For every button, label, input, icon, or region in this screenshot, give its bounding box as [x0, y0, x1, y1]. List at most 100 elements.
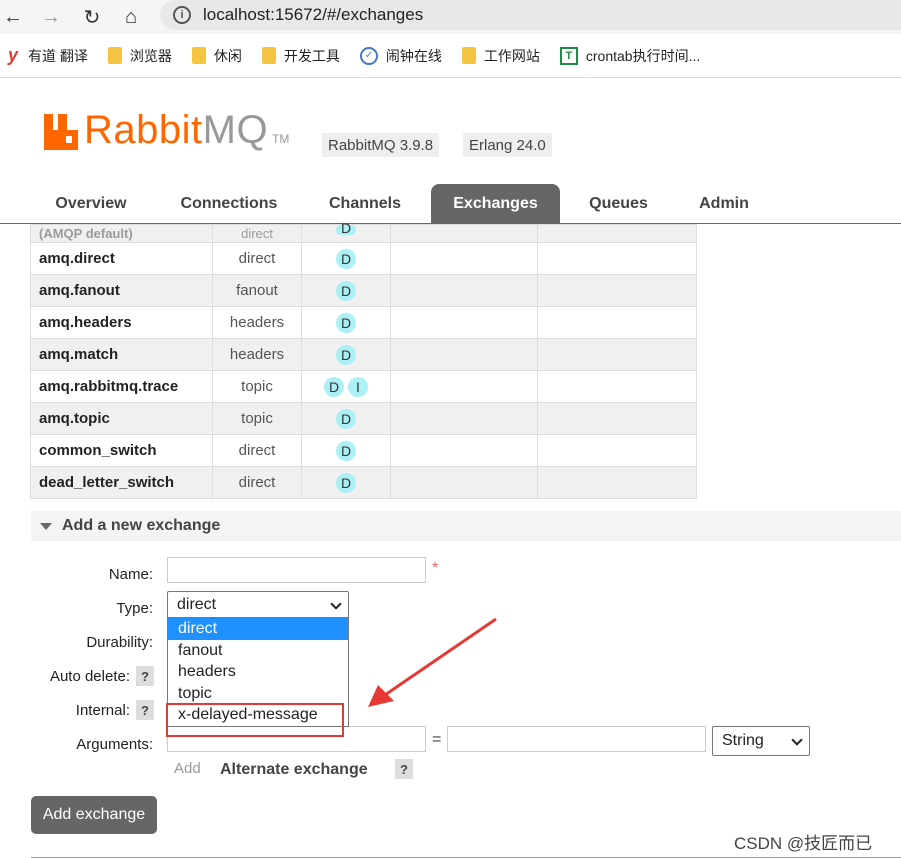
- equals-sign: =: [432, 731, 442, 748]
- exchange-type: topic: [212, 402, 302, 435]
- feature-badge: I: [348, 376, 368, 397]
- arguments-label: Arguments:: [76, 736, 153, 753]
- feature-badge: D: [336, 408, 356, 429]
- table-row[interactable]: amq.rabbitmq.trace topic DI: [30, 370, 697, 403]
- argument-type-value: String: [722, 732, 764, 749]
- help-icon[interactable]: ?: [136, 700, 154, 720]
- table-row[interactable]: (AMQP default) direct D: [30, 221, 697, 243]
- exchange-name[interactable]: amq.headers: [30, 306, 213, 339]
- logo-rabbit-text: Rabbit: [84, 108, 203, 152]
- table-row[interactable]: common_switch direct D: [30, 434, 697, 467]
- address-bar[interactable]: i localhost:15672/#/exchanges: [160, 0, 901, 30]
- name-input[interactable]: [167, 557, 426, 583]
- argument-type-select[interactable]: String: [712, 726, 810, 756]
- url-text[interactable]: localhost:15672/#/exchanges: [203, 5, 423, 25]
- table-row[interactable]: dead_letter_switch direct D: [30, 466, 697, 499]
- add-argument-link[interactable]: Add: [174, 760, 201, 777]
- required-mark: *: [432, 560, 439, 577]
- tab-overview[interactable]: Overview: [32, 184, 150, 223]
- table-cell: [390, 242, 538, 275]
- bookmark-youdao[interactable]: y 有道 翻译: [6, 45, 88, 66]
- exchange-name[interactable]: amq.rabbitmq.trace: [30, 370, 213, 403]
- exchange-features-cell: D: [301, 306, 391, 339]
- exchange-name[interactable]: common_switch: [30, 434, 213, 467]
- exchange-type: direct: [212, 242, 302, 275]
- type-option-topic[interactable]: topic: [168, 683, 348, 705]
- sheet-icon: T: [559, 46, 578, 65]
- rabbitmq-logo: Rabbit MQ TM: [44, 110, 289, 150]
- table-cell: [537, 274, 697, 307]
- tab-admin[interactable]: Admin: [680, 184, 768, 223]
- exchange-type: headers: [212, 338, 302, 371]
- table-cell: [537, 338, 697, 371]
- help-icon[interactable]: ?: [395, 759, 413, 779]
- youdao-icon: y: [7, 45, 18, 65]
- bookmark-label: 休闲: [213, 47, 242, 64]
- bookmark-crontab[interactable]: T crontab执行时间...: [559, 46, 700, 66]
- exchange-name[interactable]: amq.topic: [30, 402, 213, 435]
- add-exchange-button[interactable]: Add exchange: [31, 796, 157, 834]
- reload-icon[interactable]: ↻: [79, 4, 105, 30]
- bookmark-label: 闹钟在线: [385, 47, 442, 64]
- argument-value-input[interactable]: [447, 726, 706, 752]
- folder-icon: [191, 47, 206, 64]
- bookmark-work-sites[interactable]: 工作网站: [461, 46, 540, 66]
- section-title: Add a new exchange: [62, 517, 221, 534]
- tab-channels[interactable]: Channels: [308, 184, 422, 223]
- name-label: Name:: [108, 566, 153, 583]
- exchange-name[interactable]: amq.fanout: [30, 274, 213, 307]
- table-row[interactable]: amq.headers headers D: [30, 306, 697, 339]
- table-row[interactable]: amq.match headers D: [30, 338, 697, 371]
- bookmark-devtools[interactable]: 开发工具: [261, 46, 340, 66]
- bookmark-alarm[interactable]: ✓ 闹钟在线: [359, 46, 442, 66]
- add-exchange-section-toggle[interactable]: Add a new exchange: [31, 511, 901, 541]
- exchange-name[interactable]: dead_letter_switch: [30, 466, 213, 499]
- feature-badge: D: [336, 472, 356, 493]
- durability-label: Durability:: [86, 634, 153, 651]
- exchange-features-cell: D: [301, 402, 391, 435]
- tab-queues[interactable]: Queues: [572, 184, 665, 223]
- feature-badge: D: [336, 221, 356, 235]
- bookmark-label: 有道 翻译: [28, 47, 88, 64]
- info-icon[interactable]: i: [173, 6, 191, 24]
- type-option-headers[interactable]: headers: [168, 661, 348, 683]
- folder-icon: [107, 47, 122, 64]
- table-row[interactable]: amq.fanout fanout D: [30, 274, 697, 307]
- table-row[interactable]: amq.direct direct D: [30, 242, 697, 275]
- table-cell: [537, 370, 697, 403]
- forward-arrow-icon[interactable]: →: [38, 4, 64, 30]
- logo-tm-text: TM: [272, 132, 290, 146]
- collapse-triangle-icon: [40, 522, 52, 530]
- exchange-features-cell: D: [301, 221, 391, 243]
- exchange-name[interactable]: amq.direct: [30, 242, 213, 275]
- exchange-type: headers: [212, 306, 302, 339]
- table-cell: [390, 434, 538, 467]
- bookmark-label: 浏览器: [129, 47, 172, 64]
- rabbitmq-logo-icon: [44, 114, 78, 150]
- table-cell: [390, 274, 538, 307]
- rabbitmq-version-badge: RabbitMQ 3.9.8: [322, 133, 440, 157]
- type-label: Type:: [116, 600, 153, 617]
- help-icon[interactable]: ?: [136, 666, 154, 686]
- type-option-fanout[interactable]: fanout: [168, 640, 348, 662]
- home-icon[interactable]: ⌂: [118, 4, 144, 30]
- table-cell: [537, 466, 697, 499]
- folder-icon: [261, 47, 276, 64]
- exchange-name[interactable]: amq.match: [30, 338, 213, 371]
- watermark: CSDN @技匠而已: [734, 834, 873, 853]
- back-arrow-icon[interactable]: ←: [0, 4, 26, 30]
- tab-exchanges[interactable]: Exchanges: [431, 184, 560, 223]
- exchange-type-cell: direct: [212, 224, 302, 243]
- type-option-direct[interactable]: direct: [168, 618, 348, 640]
- feature-badge: D: [336, 248, 356, 269]
- exchange-name-cell[interactable]: (AMQP default): [30, 224, 213, 243]
- alternate-exchange-link[interactable]: Alternate exchange: [220, 761, 368, 779]
- tab-connections[interactable]: Connections: [160, 184, 298, 223]
- table-row[interactable]: amq.topic topic D: [30, 402, 697, 435]
- exchange-name[interactable]: (AMQP default): [39, 226, 133, 241]
- table-cell: [390, 466, 538, 499]
- type-select[interactable]: direct: [167, 591, 349, 619]
- exchange-features-cell: D: [301, 274, 391, 307]
- bookmark-leisure[interactable]: 休闲: [191, 46, 242, 66]
- bookmark-browser[interactable]: 浏览器: [107, 46, 172, 66]
